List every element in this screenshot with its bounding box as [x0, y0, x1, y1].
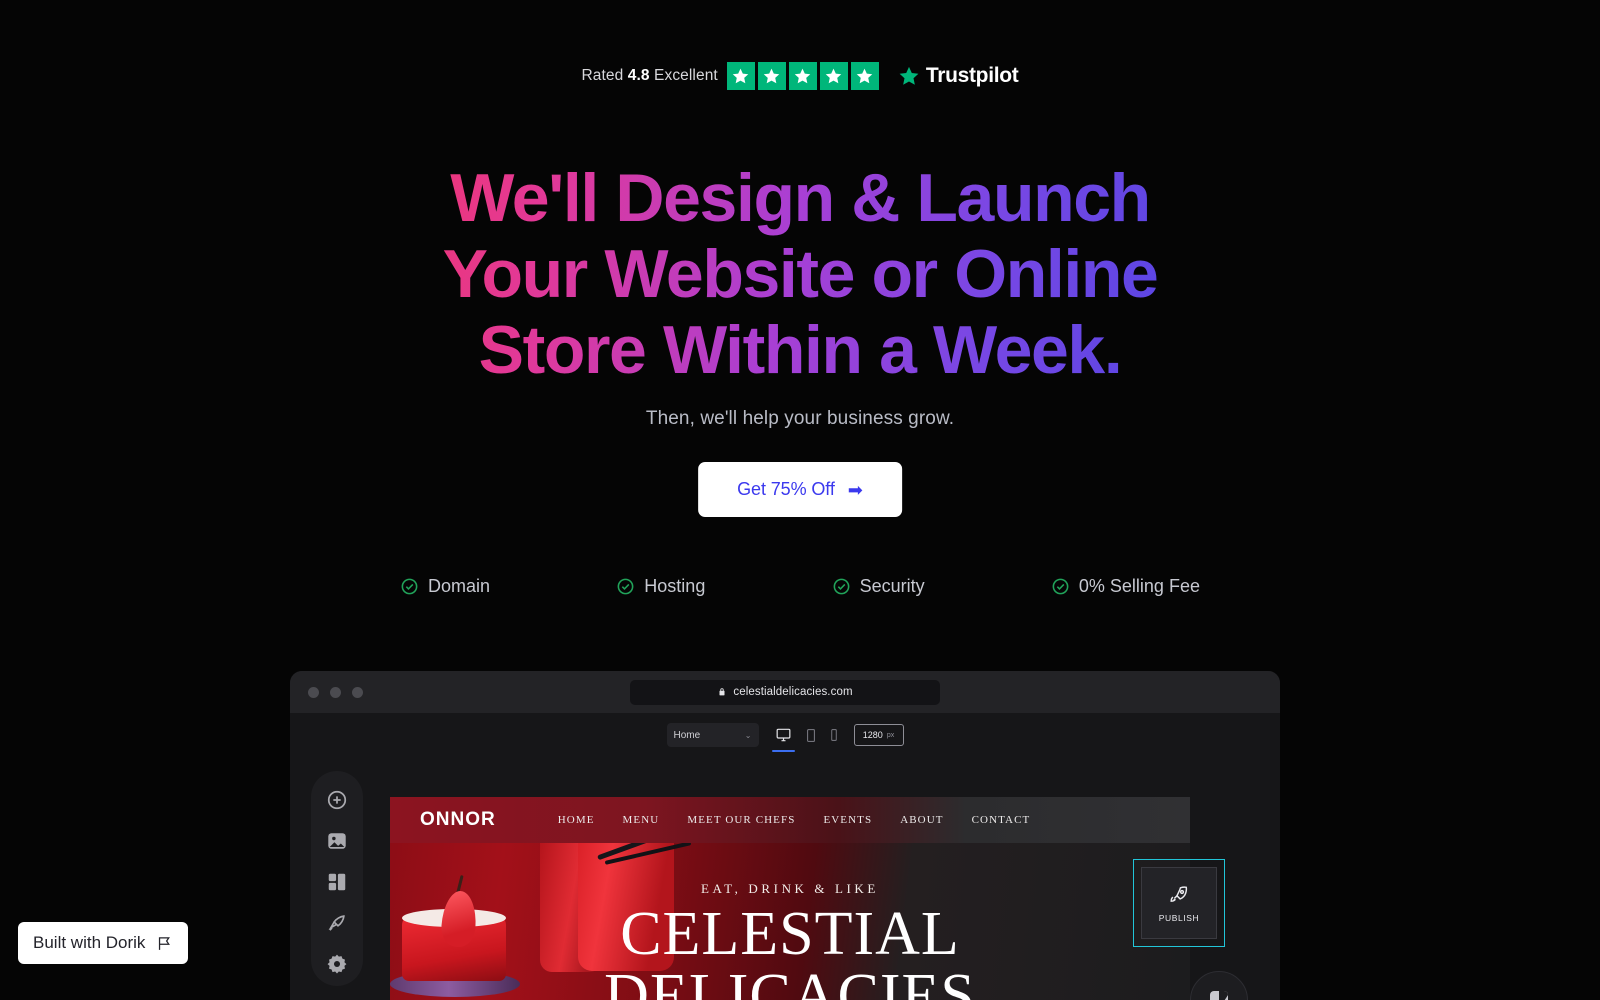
get-offer-button[interactable]: Get 75% Off ➡ — [698, 462, 902, 517]
check-circle-icon — [616, 577, 635, 596]
star-icon — [819, 62, 848, 90]
panel-split-icon — [1210, 991, 1228, 1000]
trustpilot-brand-label: Trustpilot — [925, 64, 1019, 87]
site-canvas: ONNOR HOME MENU MEET OUR CHEFS EVENTS AB… — [390, 797, 1190, 1000]
desktop-view-icon[interactable] — [771, 727, 795, 752]
close-dot-icon[interactable] — [308, 686, 319, 698]
built-with-dorik-label: Built with Dorik — [33, 933, 146, 952]
feature-item-security: Security — [832, 576, 925, 597]
browser-titlebar: celestialdelicacies.com — [290, 671, 1280, 713]
check-circle-icon — [832, 577, 851, 596]
add-element-icon[interactable] — [326, 789, 348, 811]
trustpilot-star-icon — [899, 66, 919, 85]
feature-label: Security — [859, 576, 925, 596]
canvas-width-unit: px — [886, 731, 895, 739]
page-selector-value: Home — [673, 729, 701, 741]
feature-list: Domain Hosting Security 0% Selling Fee — [400, 576, 1200, 597]
site-navbar: ONNOR HOME MENU MEET OUR CHEFS EVENTS AB… — [390, 797, 1190, 843]
canvas-width-value: 1280 — [862, 730, 883, 740]
image-icon[interactable] — [326, 830, 348, 852]
check-circle-icon — [400, 577, 419, 596]
star-icon — [850, 62, 879, 90]
design-pen-icon[interactable] — [326, 912, 348, 934]
site-nav-link-contact[interactable]: CONTACT — [972, 814, 1031, 826]
editor-tool-rail — [311, 771, 363, 986]
check-circle-icon — [1051, 577, 1070, 596]
settings-gear-icon[interactable] — [326, 953, 348, 975]
device-view-switcher — [771, 727, 838, 752]
minimize-dot-icon[interactable] — [330, 686, 341, 698]
trustpilot-score: 4.8 — [627, 67, 650, 84]
window-controls — [308, 686, 363, 698]
site-nav-link-menu[interactable]: MENU — [623, 814, 660, 826]
chevron-down-icon: ⌄ — [744, 730, 752, 740]
built-with-dorik-badge[interactable]: Built with Dorik — [18, 922, 189, 964]
trustpilot-stars — [726, 62, 879, 90]
feature-item-hosting: Hosting — [616, 576, 705, 597]
site-editor: Home ⌄ 1280 px ONNOR HOME MENU MEET OUR … — [290, 713, 1280, 1000]
publish-label: PUBLISH — [1158, 912, 1200, 923]
arrow-right-icon: ➡ — [847, 479, 863, 500]
site-logo[interactable]: ONNOR — [420, 809, 496, 831]
site-nav-link-events[interactable]: EVENTS — [823, 814, 872, 826]
flag-icon — [159, 936, 171, 950]
trustpilot-rating-text: Rated 4.8 Excellent — [581, 67, 718, 84]
mobile-view-icon[interactable] — [830, 728, 838, 742]
sections-layout-icon[interactable] — [326, 871, 348, 893]
site-nav-link-home[interactable]: HOME — [558, 814, 595, 826]
star-icon — [757, 62, 786, 90]
tablet-view-icon[interactable] — [806, 728, 816, 743]
publish-button[interactable]: PUBLISH — [1141, 867, 1217, 939]
site-hero-title-line1: CELESTIAL — [620, 900, 960, 968]
browser-mockup: celestialdelicacies.com Home ⌄ 1280 px O… — [290, 671, 1280, 1000]
star-icon — [788, 62, 817, 90]
feature-label: Domain — [428, 576, 491, 596]
page-subtitle: Then, we'll help your business grow. — [645, 408, 955, 429]
page-title: We'll Design & Launch Your Website or On… — [370, 160, 1230, 388]
rocket-icon — [1170, 885, 1188, 902]
site-nav-link-chefs[interactable]: MEET OUR CHEFS — [687, 814, 795, 826]
site-hero-title-line2: DELICACIES — [604, 962, 976, 1000]
feature-label: 0% Selling Fee — [1078, 576, 1200, 596]
feature-item-selling-fee: 0% Selling Fee — [1051, 576, 1200, 597]
assistant-fab-button[interactable] — [1190, 971, 1248, 1000]
cta-label: Get 75% Off — [737, 479, 835, 499]
site-hero-section: EAT, DRINK & LIKE CELESTIAL DELICACIES — [390, 843, 1190, 1000]
maximize-dot-icon[interactable] — [352, 686, 363, 698]
page-selector-dropdown[interactable]: Home ⌄ — [666, 723, 759, 747]
editor-toolbar: Home ⌄ 1280 px — [290, 713, 1280, 752]
site-nav-links: HOME MENU MEET OUR CHEFS EVENTS ABOUT CO… — [558, 814, 1031, 826]
lock-icon — [719, 688, 725, 696]
canvas-width-input[interactable]: 1280 px — [853, 724, 904, 746]
feature-label: Hosting — [644, 576, 706, 596]
site-nav-link-about[interactable]: ABOUT — [900, 814, 943, 826]
site-hero-kicker: EAT, DRINK & LIKE — [701, 881, 879, 896]
feature-item-domain: Domain — [400, 576, 490, 597]
star-icon — [726, 62, 755, 90]
trustpilot-logo: Trustpilot — [897, 64, 1019, 88]
url-text: celestialdelicacies.com — [733, 686, 853, 698]
trustpilot-rating: Rated 4.8 Excellent Trustpilot — [0, 62, 1600, 90]
address-bar[interactable]: celestialdelicacies.com — [630, 679, 940, 705]
landing-page: Rated 4.8 Excellent Trustpilot We'll Des… — [0, 0, 1600, 1000]
